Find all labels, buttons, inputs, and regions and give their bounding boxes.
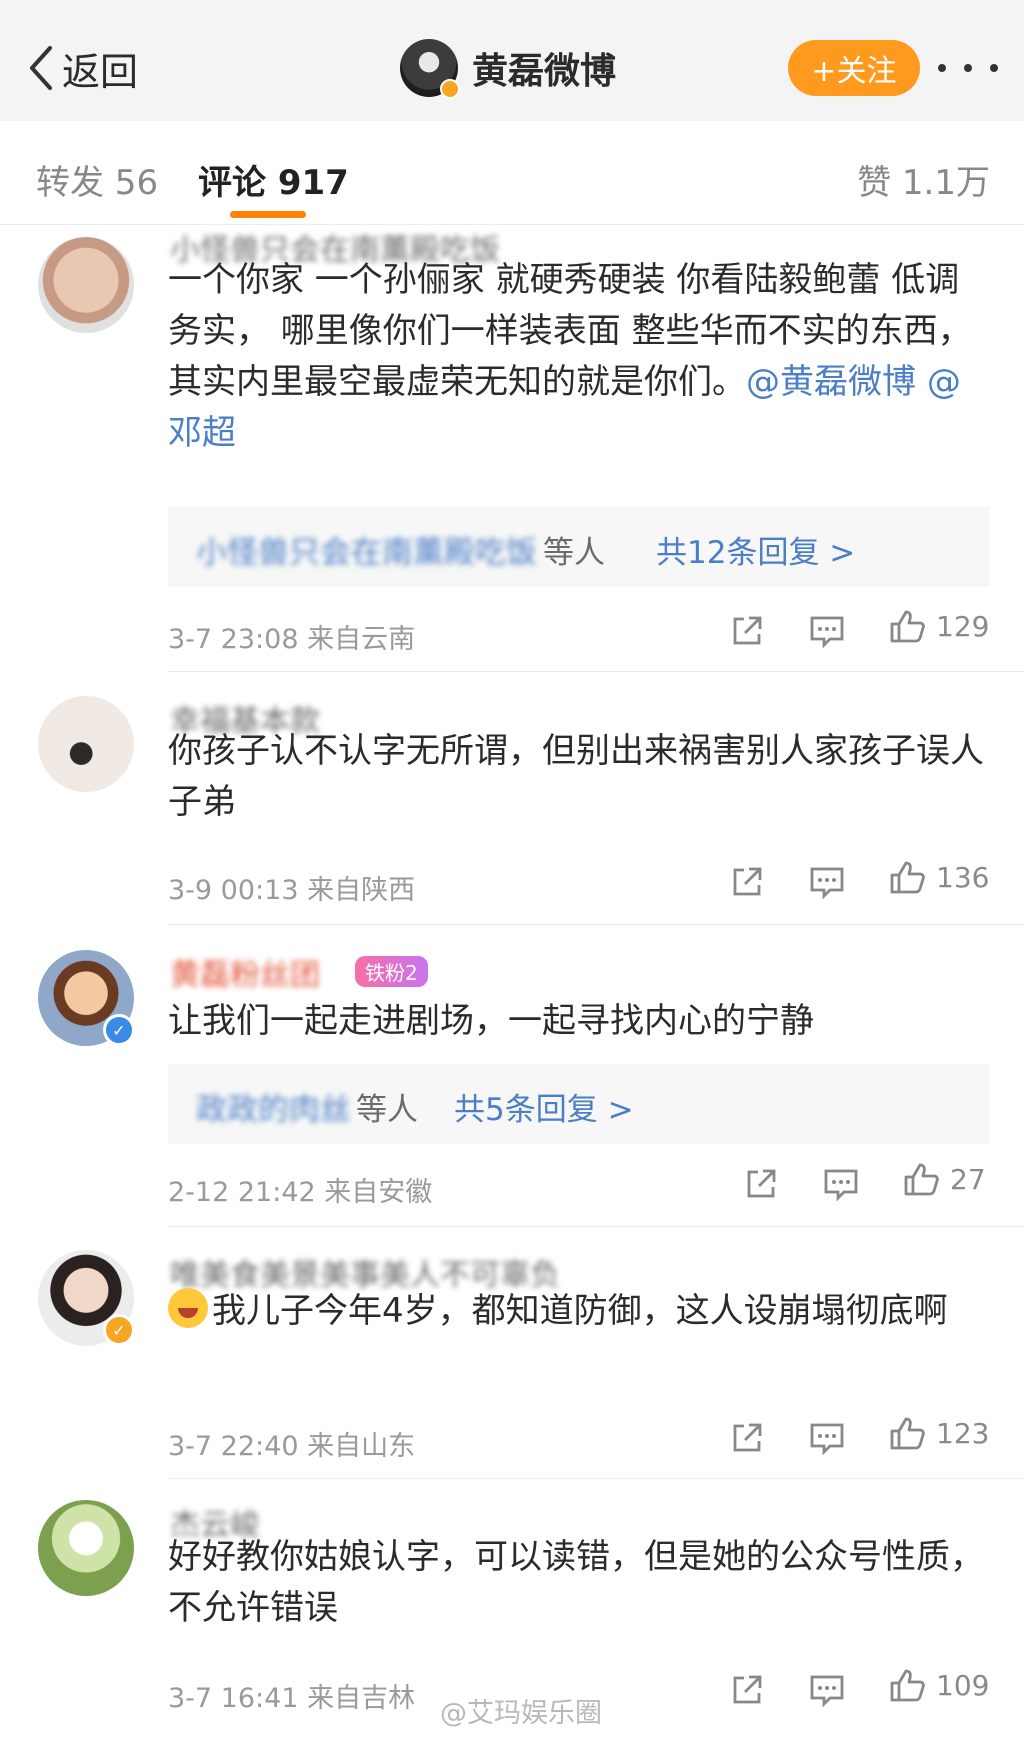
avatar[interactable] [400, 39, 460, 99]
comment-button[interactable] [808, 863, 846, 901]
comment-text: 好好教你姑娘认字，可以读错，但是她的公众号性质，不允许错误 [168, 1537, 984, 1628]
top-navigation-bar: 返回 黄磊微博 +关注 [0, 0, 1024, 121]
timestamp: 3-7 23:08 [168, 624, 299, 655]
laughing-emoji-icon [168, 1288, 208, 1328]
verified-badge-icon: ✓ [103, 1014, 135, 1046]
fan-level-badge: 铁粉2 [355, 956, 428, 987]
reply-count-link[interactable]: 共12条回复 > [656, 527, 855, 572]
comment-meta: 3-7 23:08 来自云南 [168, 617, 415, 656]
comment-text: 我儿子今年4岁，都知道防御，这人设崩塌彻底啊 [168, 1286, 988, 1337]
mention-link[interactable]: @黄磊微博 [746, 362, 916, 402]
share-button[interactable] [728, 863, 766, 901]
timestamp: 3-7 16:41 [168, 1683, 299, 1714]
comment-text: 你孩子认不认字无所谓，但别出来祸害别人家孩子误人子弟 [168, 731, 984, 822]
divider [168, 1226, 1024, 1227]
location: 来自山东 [307, 1431, 416, 1462]
comment-button[interactable] [808, 1419, 846, 1457]
reply-suffix: 等人 [356, 1092, 418, 1128]
reply-usernames: 小怪兽只会在南薰殿吃饭 [196, 535, 537, 571]
share-button[interactable] [728, 612, 766, 650]
timestamp: 2-12 21:42 [168, 1177, 316, 1208]
back-button[interactable]: 返回 [26, 40, 138, 96]
like-button[interactable]: 136 [888, 858, 989, 896]
comment-meta: 3-7 16:41 来自吉林 [168, 1676, 415, 1715]
thumbs-up-icon [904, 1163, 939, 1196]
comment-icon [810, 616, 844, 649]
divider [168, 1478, 1024, 1479]
verified-badge-icon [440, 79, 460, 99]
thumbs-up-icon [890, 1669, 925, 1702]
divider [168, 671, 1024, 672]
share-button[interactable] [728, 1419, 766, 1457]
share-button[interactable] [728, 1671, 766, 1709]
location: 来自吉林 [307, 1683, 416, 1714]
share-icon [747, 1169, 776, 1198]
like-button[interactable]: 27 [902, 1160, 986, 1198]
like-button[interactable]: 123 [888, 1414, 989, 1452]
divider [168, 924, 1024, 925]
share-button[interactable] [742, 1165, 780, 1203]
like-count: 123 [936, 1416, 990, 1450]
thumbs-up-icon [890, 1417, 925, 1450]
like-count: 129 [936, 609, 990, 643]
comment-icon [824, 1169, 858, 1202]
page-title: 黄磊微博 [472, 51, 617, 92]
page-title-group: 黄磊微博 [400, 39, 617, 99]
comment-meta: 3-9 00:13 来自陕西 [168, 868, 415, 907]
reply-suffix: 等人 [543, 535, 605, 571]
more-options-icon[interactable] [938, 50, 998, 86]
tab-likes[interactable]: 赞 1.1万 [857, 155, 990, 204]
comment-icon [810, 1675, 844, 1708]
tab-bar: 转发 56 评论 917 赞 1.1万 [0, 121, 1024, 225]
comment-button[interactable] [808, 1671, 846, 1709]
avatar[interactable] [38, 696, 134, 792]
reply-usernames: 政政的肉丝 [196, 1092, 351, 1128]
comment-meta: 3-7 22:40 来自山东 [168, 1424, 415, 1463]
reply-count-link[interactable]: 共5条回复 > [454, 1084, 634, 1129]
back-label: 返回 [62, 49, 139, 94]
thumbs-up-icon [890, 861, 925, 894]
share-icon [733, 1675, 762, 1704]
like-button[interactable]: 129 [888, 607, 989, 645]
thumbs-up-icon [890, 610, 925, 643]
location: 来自陕西 [307, 875, 416, 906]
like-count: 27 [950, 1162, 986, 1196]
tab-repost[interactable]: 转发 56 [36, 155, 158, 204]
location: 来自安徽 [324, 1177, 433, 1208]
watermark: @艾玛娱乐圈 [440, 1698, 602, 1729]
verified-badge-icon: ✓ [103, 1314, 135, 1346]
reply-summary[interactable]: 小怪兽只会在南薰殿吃饭 等人 共12条回复 > [168, 507, 990, 587]
location: 来自云南 [307, 624, 416, 655]
avatar[interactable] [38, 1500, 134, 1596]
tab-comments[interactable]: 评论 917 [198, 155, 349, 204]
comment-icon [810, 867, 844, 900]
share-icon [733, 616, 762, 645]
like-button[interactable]: 109 [888, 1666, 989, 1704]
like-count: 109 [936, 1668, 990, 1702]
active-tab-indicator [230, 211, 306, 218]
avatar[interactable] [38, 237, 134, 333]
comment-meta: 2-12 21:42 来自安徽 [168, 1170, 432, 1209]
like-count: 136 [936, 860, 990, 894]
share-icon [733, 867, 762, 896]
comment-text: 让我们一起走进剧场，一起寻找内心的宁静 [168, 1001, 814, 1041]
follow-button[interactable]: +关注 [788, 40, 920, 96]
comment-icon [810, 1423, 844, 1456]
timestamp: 3-9 00:13 [168, 875, 299, 906]
timestamp: 3-7 22:40 [168, 1431, 299, 1462]
comment-text: 一个你家 一个孙俪家 就硬秀硬装 你看陆毅鲍蕾 低调 务实， 哪里像你们一样装表… [168, 260, 972, 453]
comment-button[interactable] [808, 612, 846, 650]
chevron-left-icon [30, 46, 52, 90]
username[interactable]: 黄磊粉丝团 [170, 950, 320, 994]
share-icon [733, 1423, 762, 1452]
reply-summary[interactable]: 政政的肉丝 等人 共5条回复 > [168, 1064, 990, 1144]
comment-button[interactable] [822, 1165, 860, 1203]
